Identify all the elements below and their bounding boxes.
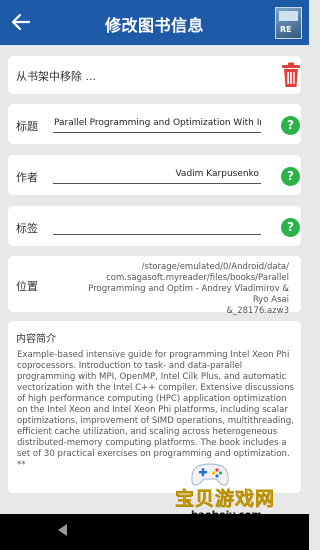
- author-input[interactable]: Vadim Karpusenko: [53, 169, 261, 184]
- author-label: 作者: [16, 171, 38, 184]
- title-field-card: 标题 Parallel Programming and Optimization…: [8, 104, 301, 144]
- title-input[interactable]: Parallel Programming and Optimization Wi…: [53, 118, 261, 133]
- remove-from-shelf-label: 从书架中移除 ...: [16, 70, 96, 83]
- app-bar: 修改图书信息 RE: [0, 0, 309, 45]
- file-path-line: Programming and Optim - Andrey Vladimiro…: [88, 284, 289, 305]
- tags-field-card: 标签 ?: [8, 206, 301, 246]
- tags-input[interactable]: [53, 220, 261, 235]
- remove-from-shelf-row[interactable]: 从书架中移除 ...: [8, 56, 301, 94]
- book-cover-label: RE: [280, 25, 292, 34]
- book-cover-thumbnail[interactable]: RE: [275, 7, 302, 39]
- system-navigation-bar: [0, 514, 309, 550]
- location-label: 位置: [16, 280, 38, 293]
- title-help-icon[interactable]: ?: [281, 116, 300, 135]
- title-label: 标题: [16, 120, 38, 133]
- page-title: 修改图书信息: [104, 16, 204, 35]
- file-path-line: com.sagasoft.myreader/files/books/Parall…: [106, 273, 289, 283]
- location-card: 位置 /storage/emulated/0/Android/data/ com…: [8, 256, 301, 316]
- nav-back-icon[interactable]: [58, 524, 67, 536]
- tags-label: 标签: [16, 222, 38, 235]
- trash-icon[interactable]: [280, 62, 302, 88]
- description-label: 内容简介: [16, 334, 56, 345]
- file-path-line: &_28176.azw3: [226, 306, 289, 316]
- description-text[interactable]: Example-based intensive guide for progra…: [17, 350, 295, 471]
- author-field-card: 作者 Vadim Karpusenko ?: [8, 155, 301, 195]
- author-help-icon[interactable]: ?: [281, 167, 300, 186]
- file-path: /storage/emulated/0/Android/data/ com.sa…: [78, 262, 289, 317]
- description-card: 内容简介 Example-based intensive guide for p…: [8, 321, 301, 493]
- tags-help-icon[interactable]: ?: [281, 218, 300, 237]
- file-path-line: /storage/emulated/0/Android/data/: [141, 262, 289, 272]
